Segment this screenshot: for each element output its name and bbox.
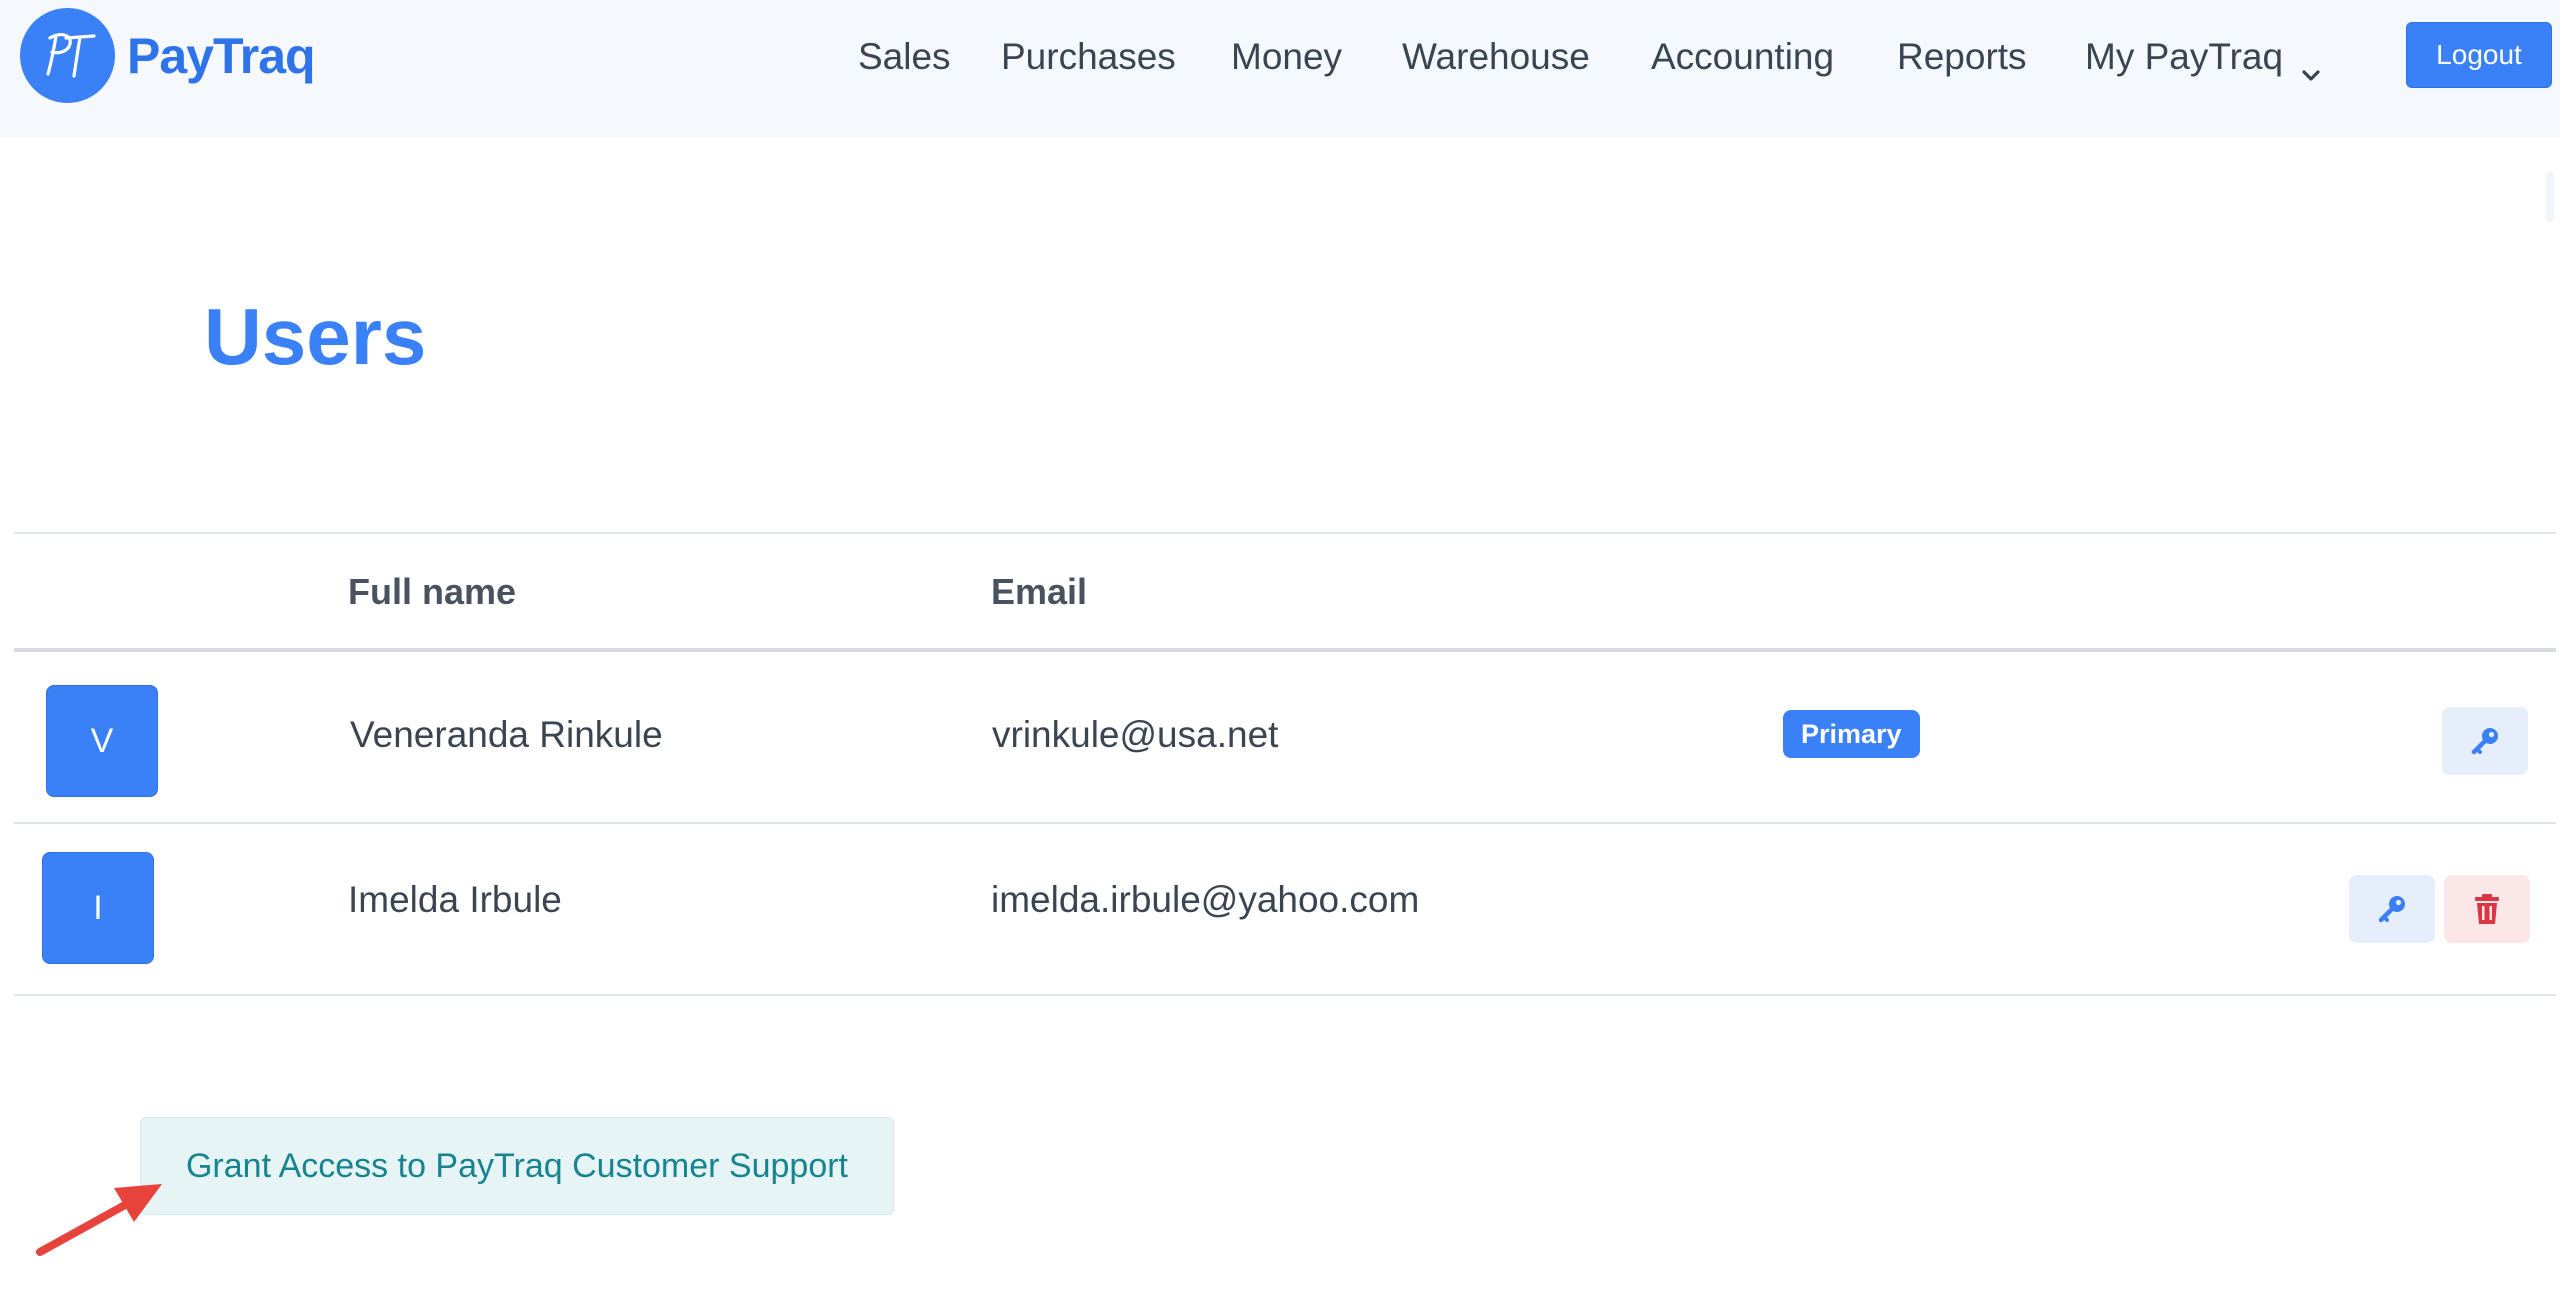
trash-icon: [2475, 894, 2499, 924]
primary-badge: Primary: [1783, 710, 1920, 758]
table-row: I Imelda Irbule imelda.irbule@yahoo.com: [14, 824, 2556, 990]
nav-item-accounting[interactable]: Accounting: [1651, 22, 1834, 92]
user-full-name: Imelda Irbule: [348, 879, 562, 920]
table-row: V Veneranda Rinkule vrinkule@usa.net Pri…: [14, 652, 2556, 818]
nav-item-sales[interactable]: Sales: [858, 22, 951, 92]
top-navigation-bar: PayTraq Sales Purchases Money Warehouse …: [0, 0, 2560, 138]
table-top-border: [14, 532, 2556, 534]
column-header-email: Email: [991, 571, 1088, 612]
nav-item-money[interactable]: Money: [1231, 22, 1342, 92]
nav-item-reports[interactable]: Reports: [1897, 22, 2027, 92]
nav-item-my-paytraq[interactable]: My PayTraq: [2085, 22, 2283, 92]
column-header-full-name: Full name: [348, 571, 517, 612]
nav-item-purchases[interactable]: Purchases: [1001, 22, 1176, 92]
grant-access-support-button[interactable]: Grant Access to PayTraq Customer Support: [140, 1117, 894, 1215]
key-icon: [2378, 896, 2405, 923]
key-icon: [2471, 728, 2498, 755]
edit-access-key-button[interactable]: [2442, 707, 2528, 775]
red-arrow-annotation-icon: [36, 1184, 162, 1256]
logout-button[interactable]: Logout: [2406, 22, 2552, 88]
edit-access-key-button[interactable]: [2349, 875, 2435, 943]
user-email: vrinkule@usa.net: [992, 714, 1279, 755]
avatar: I: [42, 852, 154, 964]
main-nav: Sales Purchases Money Warehouse Accounti…: [0, 22, 2560, 92]
page-title: Users: [204, 292, 427, 381]
chevron-down-icon[interactable]: [2302, 70, 2320, 82]
user-full-name: Veneranda Rinkule: [350, 714, 663, 755]
avatar: V: [46, 685, 158, 797]
user-email: imelda.irbule@yahoo.com: [991, 879, 1420, 920]
nav-item-warehouse[interactable]: Warehouse: [1402, 22, 1590, 92]
delete-user-button[interactable]: [2444, 875, 2530, 943]
scrollbar-indicator[interactable]: [2546, 172, 2554, 222]
table-bottom-border: [14, 994, 2556, 996]
